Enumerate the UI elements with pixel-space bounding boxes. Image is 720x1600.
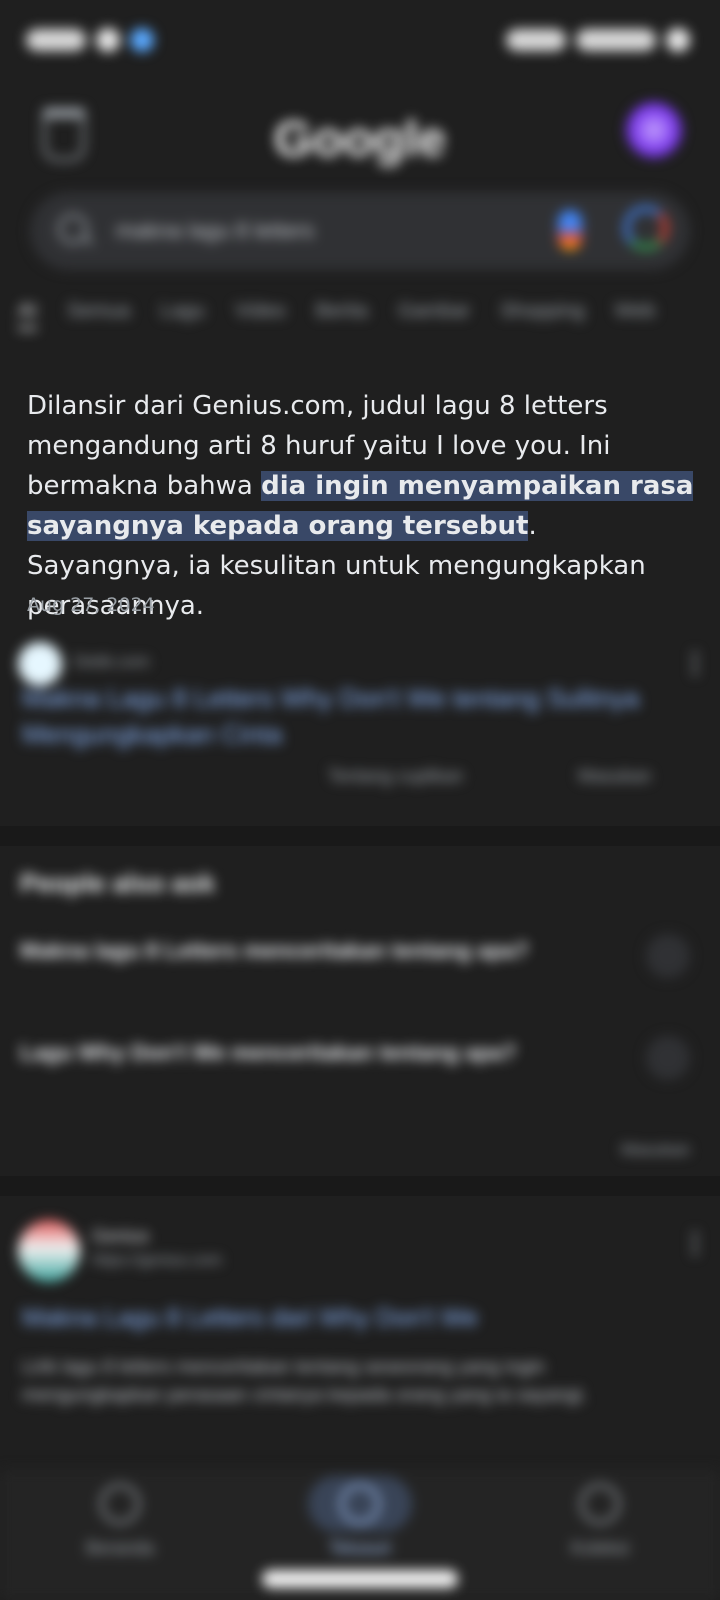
search-input[interactable]: makna lagu 8 letters [116, 218, 314, 244]
chevron-down-icon[interactable] [646, 1036, 690, 1080]
paa-title: People also ask [20, 868, 216, 898]
battery-icon [666, 28, 690, 52]
wifi-icon [576, 29, 656, 51]
snippet-date: Aug 27, 2024 [27, 594, 155, 616]
heart-icon [96, 28, 120, 52]
site-favicon-icon [18, 1220, 80, 1282]
tab-videos[interactable]: Video [235, 300, 286, 323]
feedback-link[interactable]: Masukan [578, 766, 651, 787]
nav-saved[interactable]: Koleksi [520, 1484, 680, 1559]
google-logo: Google [273, 111, 447, 167]
nav-search[interactable]: Telusuri [280, 1476, 440, 1559]
snippet-source: Detik.com Makna Lagu 8 Letters Why Don't… [18, 636, 708, 806]
section-divider [0, 1176, 720, 1196]
about-snippet-link[interactable]: Tentang cuplikan [328, 766, 463, 787]
screen: Google makna lagu 8 letters AI Semua Lag… [0, 0, 720, 1600]
more-options-icon[interactable] [692, 650, 698, 676]
paa-question-text: Makna lagu 8 Letters menceritakan tentan… [20, 938, 529, 963]
avatar[interactable] [626, 102, 682, 158]
tab-ai[interactable]: AI [18, 300, 37, 330]
tab-news[interactable]: Berita [316, 300, 368, 323]
paa-question[interactable]: Lagu Why Don't We menceritakan tentang a… [20, 1024, 700, 1094]
tab-shopping[interactable]: Shopping [500, 300, 585, 323]
more-options-icon[interactable] [692, 1230, 698, 1256]
result-url: https://genius.com [92, 1252, 222, 1269]
result-description: Lirik lagu 8 letters menceritakan tentan… [22, 1357, 588, 1406]
collections-icon [580, 1484, 620, 1524]
signal-icon [506, 29, 566, 51]
source-title-link[interactable]: Makna Lagu 8 Letters Why Don't We tentan… [22, 680, 642, 752]
paa-question[interactable]: Makna lagu 8 Letters menceritakan tentan… [20, 922, 700, 992]
app-header: Google [0, 90, 720, 180]
tab-web[interactable]: Web [615, 300, 656, 323]
result-title-link[interactable]: Makna Lagu 8 Letters dari Why Don't We [22, 1304, 682, 1333]
result-site-name: Genius [92, 1226, 150, 1246]
people-also-ask: People also ask Makna lagu 8 Letters men… [20, 868, 700, 1159]
source-site-name: Detik.com [74, 652, 150, 671]
filter-tabs: AI Semua Lagu Video Berita Gambar Shoppi… [18, 300, 720, 360]
search-icon [58, 214, 88, 244]
nav-home[interactable]: Beranda [40, 1484, 200, 1559]
tab-images[interactable]: Gambar [398, 300, 470, 323]
nav-label: Beranda [85, 1538, 155, 1558]
chevron-down-icon[interactable] [646, 934, 690, 978]
tab-songs[interactable]: Lagu [160, 300, 205, 323]
status-bar [0, 0, 720, 80]
search-icon [340, 1484, 380, 1524]
gesture-home-bar[interactable] [262, 1570, 458, 1588]
featured-snippet: Dilansir dari Genius.com, judul lagu 8 l… [27, 386, 697, 626]
tab-all[interactable]: Semua [67, 300, 130, 323]
paa-feedback-link[interactable]: Masukan [621, 1140, 690, 1160]
nav-label: Telusuri [328, 1538, 392, 1558]
home-icon [100, 1484, 140, 1524]
clock-icon [26, 29, 86, 51]
microphone-icon[interactable] [558, 210, 582, 250]
paa-question-text: Lagu Why Don't We menceritakan tentang a… [20, 1040, 517, 1065]
section-divider [0, 826, 720, 846]
nav-label: Koleksi [570, 1538, 630, 1558]
search-bar[interactable]: makna lagu 8 letters [30, 192, 690, 270]
google-lens-icon[interactable] [624, 206, 668, 250]
notification-icon [130, 28, 154, 52]
